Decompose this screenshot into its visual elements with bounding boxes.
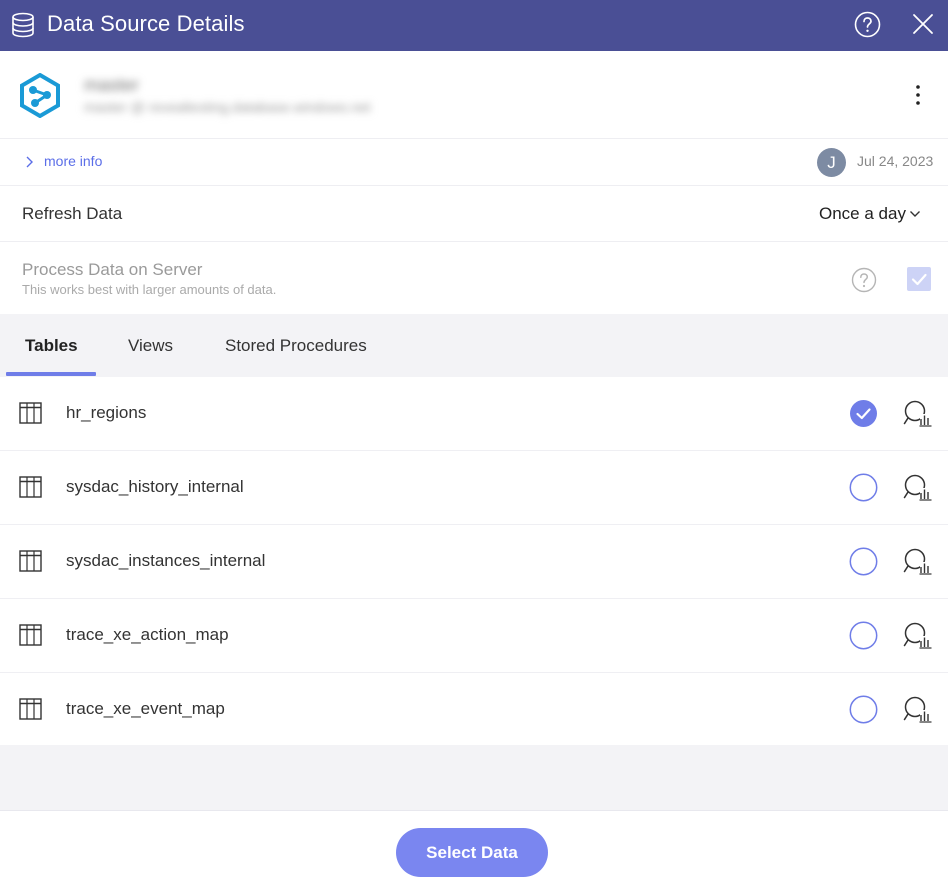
select-table-radio[interactable] [849,473,878,502]
refresh-frequency-dropdown[interactable]: Once a day [819,204,906,224]
table-name: trace_xe_action_map [66,625,229,644]
explore-data-icon[interactable] [903,399,933,429]
table-row[interactable]: trace_xe_action_map [0,599,948,673]
tab-stored-procedures[interactable]: Stored Procedures [225,336,367,356]
dialog-footer: Select Data [0,810,948,888]
active-tab-indicator [6,372,96,376]
more-info-link[interactable]: more info [44,153,102,169]
table-icon [19,698,42,720]
object-type-tabs: Tables Views Stored Procedures [0,314,948,377]
help-icon[interactable] [854,11,881,38]
process-data-on-server-row: Process Data on Server This works best w… [0,242,948,314]
tab-views[interactable]: Views [128,336,173,356]
table-row[interactable]: sysdac_instances_internal [0,525,948,599]
table-icon [19,402,42,424]
data-source-card: master master @ revealtesting.database.w… [0,51,948,139]
modified-date: Jul 24, 2023 [857,153,934,169]
select-table-radio[interactable] [849,547,878,576]
table-row[interactable]: trace_xe_event_map [0,673,948,747]
more-info-row: more info J Jul 24, 2023 [0,139,948,186]
close-icon[interactable] [912,13,934,35]
data-source-name: master [84,75,140,95]
tables-list: hr_regions sysdac_history_internal sysda… [0,377,948,745]
process-data-description: This works best with larger amounts of d… [22,282,277,297]
help-icon[interactable] [851,267,877,293]
avatar: J [817,148,846,177]
data-source-subtitle: master @ revealtesting.database.windows.… [84,99,371,115]
table-row[interactable]: sysdac_history_internal [0,451,948,525]
chevron-right-icon[interactable] [24,155,34,169]
select-data-button[interactable]: Select Data [396,828,548,877]
select-table-radio[interactable] [849,399,878,428]
tab-tables[interactable]: Tables [25,336,78,356]
explore-data-icon[interactable] [903,621,933,651]
select-table-radio[interactable] [849,621,878,650]
more-options-icon[interactable] [908,84,928,106]
chevron-down-icon[interactable] [909,210,921,218]
explore-data-icon[interactable] [903,473,933,503]
data-source-details-dialog: Data Source Details master master @ reve… [0,0,948,888]
refresh-data-row: Refresh Data Once a day [0,186,948,242]
process-data-label: Process Data on Server [22,260,203,279]
dialog-title: Data Source Details [47,11,245,36]
explore-data-icon[interactable] [903,695,933,725]
table-icon [19,624,42,646]
table-row[interactable]: hr_regions [0,377,948,451]
table-icon [19,476,42,498]
database-icon [12,12,34,38]
table-name: trace_xe_event_map [66,699,225,718]
table-name: sysdac_history_internal [66,477,244,496]
dialog-header: Data Source Details [0,0,948,51]
process-data-checkbox[interactable] [907,267,931,291]
table-icon [19,550,42,572]
explore-data-icon[interactable] [903,547,933,577]
table-name: hr_regions [66,403,147,422]
table-name: sysdac_instances_internal [66,551,266,570]
azure-synapse-logo-icon [20,73,60,118]
checkmark-icon [911,273,927,286]
refresh-data-label: Refresh Data [22,204,123,223]
select-table-radio[interactable] [849,695,878,724]
